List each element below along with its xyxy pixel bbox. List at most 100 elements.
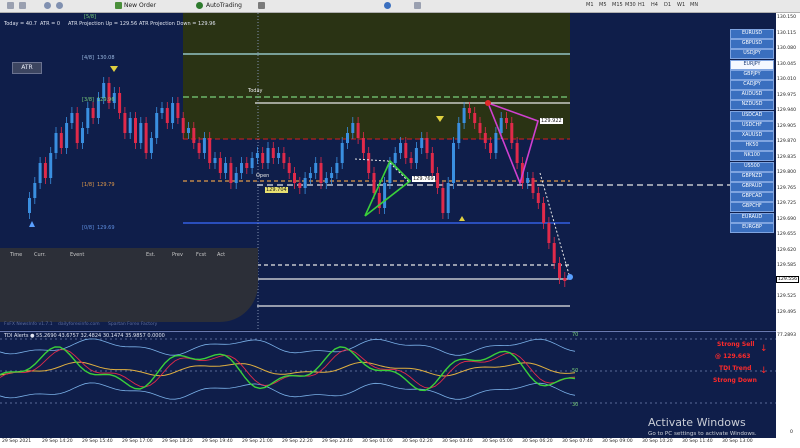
signal-sell-price: @ 129.663: [715, 353, 751, 360]
tdi-axis-top: 77.2893: [777, 333, 796, 338]
pair-button-xauusd[interactable]: XAUUSD: [730, 131, 774, 141]
level-48-label: [4/8]: [82, 55, 94, 61]
chart-bars-icon[interactable]: [7, 2, 14, 9]
sell-arrow-icon: ↓: [760, 344, 768, 354]
candle-body: [441, 188, 445, 213]
pair-button-nk100[interactable]: NK100: [730, 151, 774, 162]
pair-button-usdcad[interactable]: USDCAD: [730, 110, 774, 121]
atr-button[interactable]: ATR: [12, 62, 42, 74]
fractal-down-icon-2: [459, 216, 465, 221]
candle-body: [91, 108, 95, 118]
timeframe-h1[interactable]: H1: [638, 2, 645, 8]
pair-button-gbpcad[interactable]: GBPCAD: [730, 192, 774, 203]
candle-body: [356, 123, 360, 138]
candle-body: [552, 243, 556, 263]
candle-body: [420, 138, 424, 148]
chart-candles-icon[interactable]: [19, 2, 26, 9]
candle-body: [531, 178, 535, 193]
pair-button-gbpusd[interactable]: GBPUSD: [730, 39, 774, 50]
level-48-price: 130.08: [97, 55, 115, 61]
pair-button-gbpnzd[interactable]: GBPNZD: [730, 171, 774, 182]
pair-button-us500[interactable]: US500: [730, 161, 774, 172]
candle-body: [499, 118, 503, 133]
harmonic-pattern-green: [364, 159, 412, 217]
pair-button-usdjpy[interactable]: USDJPY: [730, 49, 774, 60]
pair-button-nzdusd[interactable]: NZDUSD: [730, 100, 774, 111]
candle-body: [330, 173, 334, 178]
open-label: Open: [256, 173, 270, 179]
tdi-lower-band: [0, 382, 576, 400]
pair-button-cadjpy[interactable]: CADJPY: [730, 80, 774, 90]
pair-button-hk50[interactable]: HK50: [730, 141, 774, 152]
price-tick: 129.765: [777, 185, 796, 191]
candle-body: [393, 153, 397, 163]
candle-body: [102, 83, 106, 98]
pair-button-gbpchf[interactable]: GBPCHF: [730, 202, 774, 213]
timeframe-m15[interactable]: M15: [612, 2, 623, 8]
pair-button-gbpjpy[interactable]: GBPJPY: [730, 69, 774, 80]
pair-button-eurusd[interactable]: EURUSD: [730, 29, 774, 39]
candle-body: [293, 173, 296, 183]
time-tick: 30 Sep 02:20: [402, 439, 433, 444]
price-tick: 129.835: [777, 154, 796, 160]
level-58-label: [5/8]: [84, 14, 96, 20]
tdi-level-50: 50: [572, 368, 579, 374]
candle-body: [536, 193, 540, 203]
candle-body: [351, 123, 355, 133]
timeframe-h4[interactable]: H4: [651, 2, 658, 8]
candle-body: [409, 158, 413, 163]
timeframe-mn[interactable]: MN: [690, 2, 698, 8]
price-tick: 130.045: [777, 61, 796, 67]
timeframe-m30[interactable]: M30: [625, 2, 636, 8]
info-today: Today = 40.7: [4, 21, 37, 27]
candle-body: [171, 103, 175, 123]
timeframe-w1[interactable]: W1: [677, 2, 685, 8]
pair-button-eurjpy[interactable]: EURJPY: [730, 59, 774, 70]
pair-button-gbpaud[interactable]: GBPAUD: [730, 182, 774, 192]
tdi-level-70: 70: [572, 332, 579, 338]
level-18-label: [1/8]: [82, 182, 94, 188]
candle-body: [33, 183, 37, 198]
level-18-price: 129.79: [97, 182, 115, 188]
pair-button-euraud[interactable]: EURAUD: [730, 212, 774, 223]
candle-body: [510, 123, 514, 143]
crosshair-icon[interactable]: [258, 2, 265, 9]
pair-button-audusd[interactable]: AUDUSD: [730, 90, 774, 101]
candle-body: [245, 163, 249, 168]
candle-body: [340, 143, 344, 163]
candle-body: [489, 143, 493, 153]
candle-body: [70, 113, 74, 123]
candle-body: [134, 118, 137, 143]
candle-body: [446, 183, 450, 213]
signal-strong-down: Strong Down: [713, 377, 757, 384]
timeframe-m5[interactable]: M5: [599, 2, 607, 8]
candle-body: [298, 183, 302, 188]
tdi-market-base-line: [0, 361, 576, 377]
candle-body: [218, 158, 222, 173]
price-tick: 129.870: [777, 139, 796, 144]
new-order-button[interactable]: New Order: [124, 1, 156, 11]
time-axis[interactable]: [0, 438, 800, 448]
news-header-previous: Prev: [172, 252, 183, 258]
zoom-in-icon[interactable]: [44, 2, 51, 9]
pivot-marker: [485, 100, 491, 106]
info-atr-down: ATR Projection Down = 129.96: [139, 21, 216, 27]
autotrading-button[interactable]: AutoTrading: [206, 1, 242, 11]
time-tick: 29 Sep 18:20: [162, 439, 193, 444]
news-header-actual: Act: [217, 252, 226, 258]
pair-button-usdchf[interactable]: USDCHF: [730, 120, 774, 131]
candle-body: [346, 133, 349, 143]
timeframe-d1[interactable]: D1: [664, 2, 671, 8]
time-tick: 29 Sep 21:00: [242, 439, 273, 444]
pair-button-eurgbp[interactable]: EURGBP: [730, 222, 774, 233]
fibo-tool-icon[interactable]: [414, 2, 421, 9]
tdi-level-30: 30: [572, 402, 579, 408]
text-tool-icon[interactable]: [384, 2, 391, 9]
candle-body: [462, 108, 466, 123]
timeframe-m1[interactable]: M1: [586, 2, 594, 8]
news-header-time: Time: [10, 252, 23, 258]
candle-body: [505, 118, 508, 123]
zoom-out-icon[interactable]: [56, 2, 63, 9]
candle-body: [452, 143, 455, 183]
candle-body: [261, 153, 265, 163]
